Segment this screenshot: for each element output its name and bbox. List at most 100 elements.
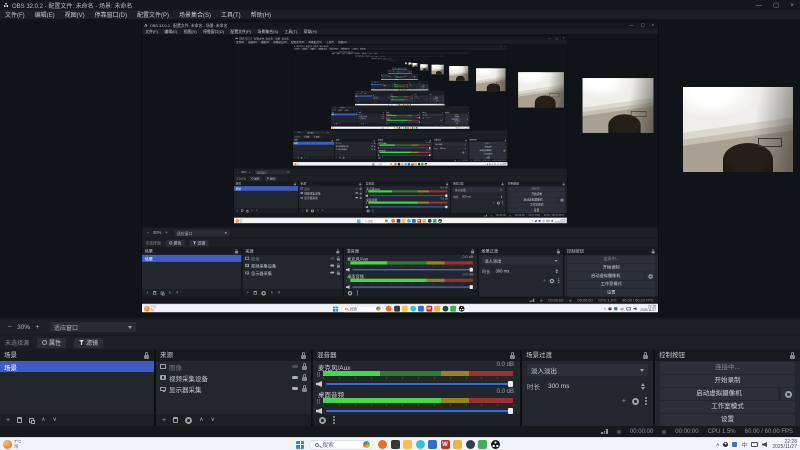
move-down-button[interactable]: ∨ bbox=[53, 417, 57, 423]
move-up-button[interactable]: ∧ bbox=[199, 417, 203, 423]
maximize-button[interactable]: ▢ bbox=[773, 1, 779, 9]
search-assistant-icon bbox=[363, 441, 370, 448]
webcam-source[interactable] bbox=[683, 87, 793, 172]
lock-icon[interactable] bbox=[301, 352, 306, 359]
tray-chevron-icon[interactable]: ∧ bbox=[716, 442, 720, 448]
menu-item[interactable]: 视图(V) bbox=[60, 10, 90, 19]
lock-icon[interactable] bbox=[510, 352, 515, 359]
visibility-eye-icon[interactable] bbox=[292, 386, 298, 391]
move-up-button[interactable]: ∧ bbox=[41, 417, 45, 423]
menu-item[interactable]: 场景集合(S) bbox=[174, 10, 216, 19]
scenes-panel: 场景 场景 + ∧ ∨ bbox=[0, 350, 154, 426]
control-button[interactable]: 开始录制 bbox=[660, 375, 795, 387]
mixer-channel[interactable]: 桌面音频 0.0 dB bbox=[313, 389, 520, 415]
zoom-out-button[interactable]: − bbox=[5, 324, 14, 331]
mixer-header: 混音器 bbox=[313, 350, 520, 361]
virtual-camera-settings-button[interactable] bbox=[781, 388, 795, 400]
lock-icon[interactable] bbox=[302, 384, 307, 392]
menu-item[interactable]: 配置文件(P) bbox=[132, 10, 174, 19]
scene-row[interactable]: 场景 bbox=[0, 361, 154, 372]
source-row[interactable]: 显示器采集 bbox=[156, 383, 311, 394]
source-row[interactable]: 图像 bbox=[156, 361, 311, 372]
media-player-icon[interactable] bbox=[465, 440, 475, 449]
tray-date: 2025/11/27 bbox=[772, 444, 797, 450]
mixer-channel[interactable]: 麦克风/Aux 0.0 dB bbox=[313, 362, 520, 388]
control-button[interactable]: 启动虚拟摄像机 bbox=[660, 388, 778, 400]
lock-icon[interactable] bbox=[302, 373, 307, 381]
lock-icon[interactable] bbox=[790, 352, 795, 359]
gear-icon bbox=[42, 340, 48, 345]
controls-panel: 控制按钮 连接中... 开始录制 启动虚拟摄像机 工作室模式 设置 bbox=[655, 350, 800, 426]
record-status-icon bbox=[662, 429, 667, 434]
speaker-icon[interactable] bbox=[316, 381, 322, 387]
obs-main-window: OBS 32.0.2 - 配置文件: 未命名 - 场景: 未命名 — ▢ × 文… bbox=[0, 0, 800, 450]
image-icon bbox=[160, 364, 166, 369]
transition-select[interactable]: 淡入淡出 bbox=[527, 364, 648, 376]
properties-label: 属性 bbox=[49, 341, 62, 347]
network-tray-icon[interactable] bbox=[751, 442, 758, 447]
kebab-menu-icon[interactable] bbox=[333, 416, 335, 424]
source-row[interactable]: 视频采集设备 bbox=[156, 372, 311, 383]
control-button[interactable]: 连接中... bbox=[660, 362, 795, 374]
zoom-in-button[interactable]: + bbox=[33, 324, 42, 331]
kebab-menu-icon[interactable] bbox=[645, 397, 647, 405]
obs-tray-icon[interactable] bbox=[723, 442, 729, 447]
lock-icon[interactable] bbox=[144, 352, 149, 359]
input-language[interactable]: 中 bbox=[741, 441, 747, 449]
volume-slider[interactable] bbox=[326, 381, 513, 387]
visibility-eye-icon[interactable] bbox=[292, 364, 298, 369]
wps-office-icon[interactable]: W bbox=[440, 440, 450, 449]
add-scene-button[interactable]: + bbox=[6, 417, 10, 424]
move-down-button[interactable]: ∨ bbox=[211, 417, 215, 423]
spinner-arrows-icon[interactable] bbox=[641, 382, 645, 390]
wall-frame bbox=[757, 138, 782, 148]
app-green-icon[interactable] bbox=[478, 440, 487, 449]
menu-item[interactable]: 工具(T) bbox=[216, 10, 246, 19]
obs-studio-icon[interactable] bbox=[490, 440, 500, 449]
weather-widget[interactable]: 7°C 晴 bbox=[3, 439, 22, 449]
terminal-icon[interactable] bbox=[390, 440, 400, 449]
file-explorer-icon[interactable] bbox=[403, 440, 412, 449]
add-source-button[interactable]: + bbox=[162, 417, 166, 424]
menu-item[interactable]: 停靠窗口(D) bbox=[90, 10, 132, 19]
close-button[interactable]: × bbox=[790, 2, 794, 9]
duration-spinbox[interactable]: 300 ms bbox=[544, 380, 648, 392]
taskbar-clock[interactable]: 22:28 2025/11/27 bbox=[772, 439, 797, 450]
network-signal-icon bbox=[601, 429, 608, 434]
lock-icon[interactable] bbox=[643, 352, 648, 359]
tray-app-icon[interactable] bbox=[732, 442, 738, 447]
add-transition-button[interactable]: + bbox=[622, 398, 626, 405]
filters-button[interactable]: 滤镜 bbox=[74, 337, 104, 348]
lock-icon[interactable] bbox=[302, 362, 307, 370]
duplicate-scene-button[interactable] bbox=[29, 417, 36, 424]
zoom-fit-dropdown[interactable]: 适应窗口 bbox=[50, 322, 137, 332]
remove-source-button[interactable] bbox=[173, 417, 179, 423]
remove-scene-button[interactable] bbox=[17, 417, 23, 423]
browser-orange-icon[interactable] bbox=[378, 440, 387, 449]
menu-item[interactable]: 文件(F) bbox=[0, 10, 30, 19]
source-properties-button[interactable] bbox=[185, 416, 193, 424]
control-button[interactable]: 设置 bbox=[660, 414, 795, 426]
search-icon bbox=[315, 442, 319, 447]
app-yellow-icon[interactable] bbox=[453, 440, 462, 449]
window-controls: — ▢ × bbox=[756, 0, 794, 10]
control-button[interactable]: 工作室模式 bbox=[660, 401, 795, 413]
preview-area[interactable]: OBS 32.0.2 - 配置文件: 未命名 - 场景: 未命名 — ▢ × 文… bbox=[0, 19, 800, 318]
visibility-eye-icon[interactable] bbox=[292, 375, 298, 380]
search-label: 搜索 bbox=[322, 443, 335, 449]
speaker-icon[interactable] bbox=[316, 408, 322, 414]
channel-db: 0.0 dB bbox=[496, 362, 514, 368]
transition-properties-button[interactable] bbox=[632, 397, 639, 405]
menu-item[interactable]: 帮助(H) bbox=[246, 10, 276, 19]
volume-tray-icon[interactable] bbox=[762, 442, 767, 447]
transitions-header: 场景过渡 bbox=[522, 350, 653, 361]
photos-icon[interactable] bbox=[428, 440, 437, 449]
properties-button[interactable]: 属性 bbox=[37, 337, 67, 348]
search-input[interactable]: 搜索 bbox=[309, 439, 373, 450]
start-button[interactable] bbox=[296, 440, 304, 449]
advanced-audio-button[interactable] bbox=[319, 416, 326, 424]
edge-browser-icon[interactable] bbox=[415, 440, 425, 449]
volume-slider[interactable] bbox=[326, 408, 513, 414]
menu-item[interactable]: 编辑(E) bbox=[30, 10, 60, 19]
minimize-button[interactable]: — bbox=[756, 2, 763, 9]
